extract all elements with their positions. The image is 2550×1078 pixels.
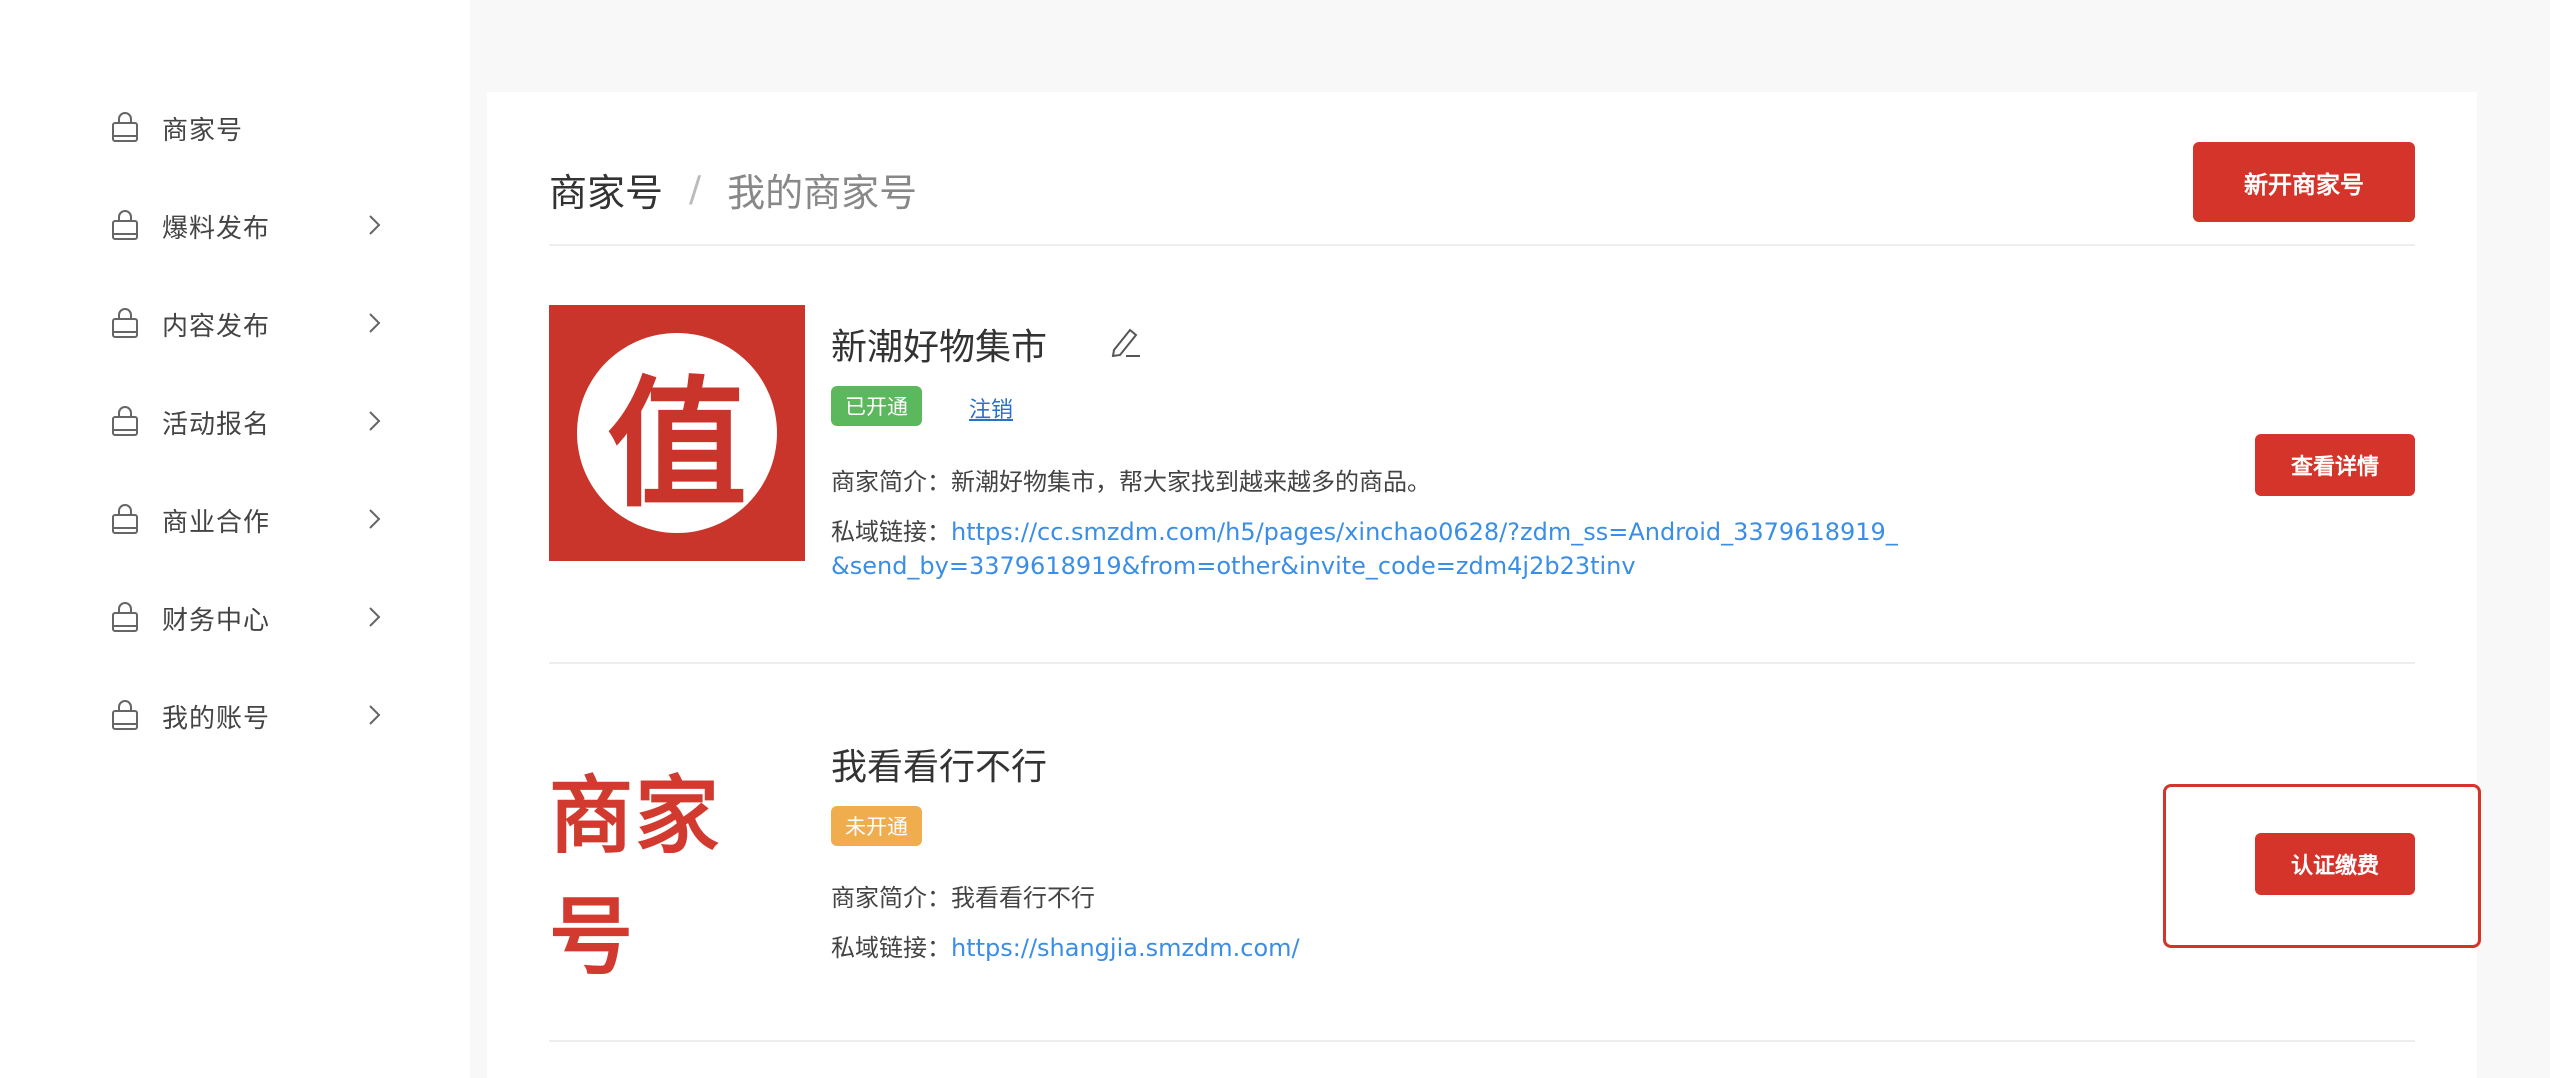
link-label: 私域链接： — [831, 518, 951, 546]
sidebar-item-label: 财务中心 — [162, 605, 271, 636]
intro-text: 我看看行不行 — [951, 884, 1095, 912]
sidebar-item-tips[interactable]: 爆料发布 — [108, 196, 398, 256]
merchant-name: 我看看行不行 — [831, 747, 1048, 788]
header-divider — [549, 244, 2415, 246]
sidebar-item-content[interactable]: 内容发布 — [108, 294, 398, 354]
merchant-name: 新潮好物集市 — [831, 327, 1048, 368]
chevron-right-icon — [369, 509, 381, 529]
intro-label: 商家简介： — [831, 468, 951, 496]
chevron-right-icon — [369, 607, 381, 627]
sidebar-item-account[interactable]: 我的账号 — [108, 686, 398, 746]
merchant-logo-char: 值 — [606, 363, 747, 527]
shopping-bag-icon — [112, 504, 138, 534]
sidebar-item-label: 内容发布 — [162, 311, 271, 342]
view-details-button[interactable]: 查看详情 — [2255, 434, 2415, 496]
sidebar-item-finance[interactable]: 财务中心 — [108, 588, 398, 648]
breadcrumb-current: 我的商家号 — [727, 171, 918, 215]
sidebar-item-label: 商家号 — [162, 115, 244, 146]
merchant-logo: 商家号 — [549, 742, 805, 998]
intro-label: 商家简介： — [831, 884, 951, 912]
private-link[interactable]: https://shangjia.smzdm.com/ — [951, 934, 1300, 962]
sidebar-item-business[interactable]: 商业合作 — [108, 490, 398, 550]
private-link[interactable]: https://cc.smzdm.com/h5/pages/xinchao062… — [951, 518, 1898, 546]
merchant-logo-text: 商家号 — [549, 767, 722, 986]
main-panel: 商家号 / 我的商家号 新开商家号 值 新潮好物集市 已开通 注销 商家简介：新… — [487, 92, 2481, 1078]
link-label: 私域链接： — [831, 934, 951, 962]
shopping-bag-icon — [112, 308, 138, 338]
sidebar: 商家号 爆料发布 内容发布 活动报名 商业合作 财务中心 我的账号 — [0, 0, 470, 1078]
shopping-bag-icon — [112, 210, 138, 240]
sidebar-item-label: 活动报名 — [162, 409, 271, 440]
pencil-icon[interactable] — [1104, 322, 1144, 362]
sidebar-item-label: 商业合作 — [162, 507, 271, 538]
breadcrumb-separator: / — [689, 169, 702, 210]
shopping-bag-icon — [112, 406, 138, 436]
shopping-bag-icon — [112, 112, 138, 142]
breadcrumb-root[interactable]: 商家号 — [549, 162, 663, 217]
merchant-link-row: 私域链接：https://shangjia.smzdm.com/ — [831, 928, 1300, 963]
row-divider — [549, 662, 2415, 664]
merchant-logo: 值 — [549, 305, 805, 561]
chevron-right-icon — [369, 313, 381, 333]
intro-text: 新潮好物集市，帮大家找到越来越多的商品。 — [951, 468, 1431, 496]
sidebar-item-label: 我的账号 — [162, 703, 271, 734]
shopping-bag-icon — [112, 700, 138, 730]
chevron-right-icon — [369, 215, 381, 235]
status-badge: 未开通 — [831, 806, 922, 846]
chevron-right-icon — [369, 411, 381, 431]
merchant-intro: 商家简介：我看看行不行 — [831, 878, 1095, 913]
pay-verification-button[interactable]: 认证缴费 — [2255, 833, 2415, 895]
breadcrumb: 商家号 / 我的商家号 — [549, 162, 917, 217]
sidebar-item-label: 爆料发布 — [162, 213, 271, 244]
private-link-continued[interactable]: &send_by=3379618919&from=other&invite_co… — [831, 552, 1636, 580]
sidebar-item-merchant[interactable]: 商家号 — [108, 98, 398, 158]
row-divider — [549, 1040, 2415, 1042]
shopping-bag-icon — [112, 602, 138, 632]
merchant-link-row: 私域链接：https://cc.smzdm.com/h5/pages/xinch… — [831, 512, 1898, 547]
cancel-link[interactable]: 注销 — [969, 392, 1013, 424]
sidebar-item-events[interactable]: 活动报名 — [108, 392, 398, 452]
status-badge: 已开通 — [831, 386, 922, 426]
new-merchant-button[interactable]: 新开商家号 — [2193, 142, 2415, 222]
chevron-right-icon — [369, 705, 381, 725]
merchant-intro: 商家简介：新潮好物集市，帮大家找到越来越多的商品。 — [831, 462, 1431, 497]
